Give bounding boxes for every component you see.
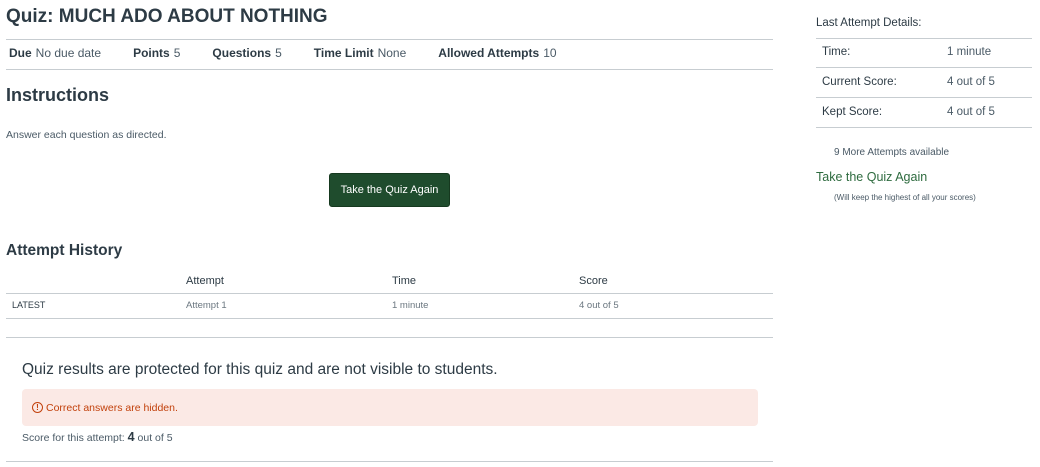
detail-points: Points 5	[133, 46, 180, 60]
sidebar-value-time: 1 minute	[947, 46, 992, 58]
warning-icon: !	[32, 402, 43, 413]
table-header-divider	[6, 293, 773, 294]
detail-allowed-attempts: Allowed Attempts 10	[438, 46, 556, 60]
score-suffix: out of 5	[137, 432, 173, 444]
detail-value: 10	[543, 46, 557, 60]
latest-tag: LATEST	[12, 300, 46, 310]
detail-value: None	[377, 46, 407, 60]
more-attempts-text: 9 More Attempts available	[834, 147, 950, 158]
detail-label: Due	[9, 46, 32, 60]
detail-label: Points	[133, 46, 170, 60]
detail-questions: Questions 5	[212, 46, 281, 60]
keep-highest-note: (Will keep the highest of all your score…	[834, 193, 976, 202]
detail-label: Time Limit	[313, 46, 374, 60]
attempt-history-heading: Attempt History	[6, 242, 123, 259]
detail-label: Allowed Attempts	[438, 46, 540, 60]
detail-value: No due date	[35, 46, 102, 60]
divider	[816, 67, 1032, 68]
instructions-heading: Instructions	[6, 85, 110, 105]
sidebar-label-time: Time:	[822, 46, 851, 58]
attempt-score-line: Score for this attempt: 4 out of 5	[22, 430, 173, 444]
detail-value: 5	[173, 46, 181, 60]
detail-time-limit: Time Limit None	[314, 46, 406, 60]
results-protected-message: Quiz results are protected for this quiz…	[22, 361, 498, 378]
column-header-time: Time	[392, 275, 417, 287]
score-prefix: Score for this attempt:	[22, 432, 125, 444]
attempt-link[interactable]: Attempt 1	[186, 300, 227, 311]
sidebar-title: Last Attempt Details:	[816, 17, 922, 29]
page-title: Quiz: MUCH ADO ABOUT NOTHING	[6, 6, 328, 27]
detail-value: 5	[275, 46, 282, 60]
score-value: 4	[127, 430, 135, 444]
instructions-text: Answer each question as directed.	[6, 129, 167, 141]
divider	[6, 39, 773, 40]
correct-answers-hidden-alert: ! Correct answers are hidden.	[22, 389, 758, 426]
detail-due: Due No due date	[9, 46, 101, 60]
sidebar-value-kept-score: 4 out of 5	[947, 106, 995, 118]
column-header-score: Score	[579, 275, 608, 287]
detail-label: Questions	[212, 46, 272, 60]
divider	[816, 127, 1032, 128]
divider	[816, 97, 1032, 98]
column-header-attempt: Attempt	[186, 275, 224, 287]
divider	[6, 318, 773, 319]
alert-text: Correct answers are hidden.	[46, 401, 178, 414]
divider	[6, 461, 773, 462]
sidebar-value-current-score: 4 out of 5	[947, 76, 995, 88]
divider	[816, 38, 1032, 39]
sidebar-label-kept-score: Kept Score:	[822, 106, 883, 118]
attempt-score: 4 out of 5	[579, 300, 619, 311]
attempt-time: 1 minute	[392, 300, 429, 311]
divider	[6, 337, 773, 338]
take-quiz-again-button[interactable]: Take the Quiz Again	[329, 173, 450, 207]
divider	[6, 69, 773, 70]
take-quiz-again-link[interactable]: Take the Quiz Again	[816, 170, 927, 184]
quiz-details: Due No due date Points 5 Questions 5 Time L…	[9, 46, 589, 60]
sidebar-label-current-score: Current Score:	[822, 76, 897, 88]
